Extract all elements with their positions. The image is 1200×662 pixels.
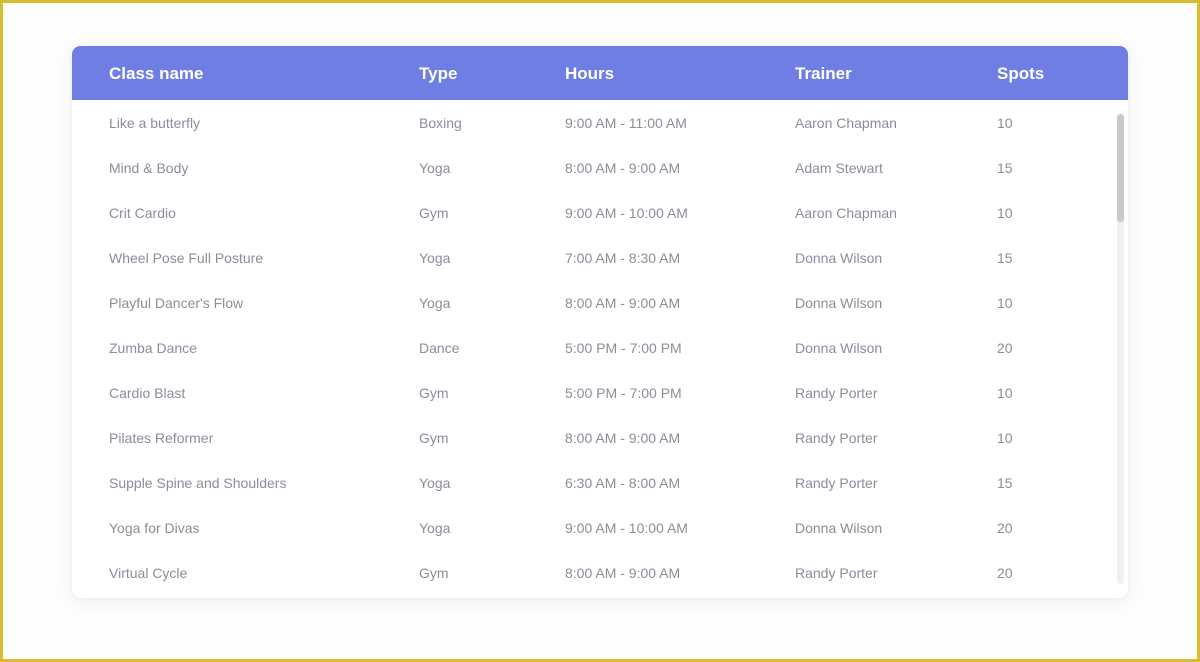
cell-type: Gym: [419, 551, 449, 596]
cell-class-name: Like a butterfly: [109, 101, 200, 146]
cell-class-name: Pilates Reformer: [109, 416, 213, 461]
cell-type: Boxing: [419, 101, 462, 146]
cell-hours: 5:00 PM - 7:00 PM: [565, 326, 682, 371]
cell-hours: 8:00 AM - 9:00 AM: [565, 416, 680, 461]
cell-hours: 9:00 AM - 11:00 AM: [565, 101, 687, 146]
cell-class-name: Virtual Cycle: [109, 551, 187, 596]
cell-trainer: Aaron Chapman: [795, 101, 897, 146]
table-header: Class name Type Hours Trainer Spots: [72, 46, 1128, 100]
cell-trainer: Donna Wilson: [795, 506, 882, 551]
cell-hours: 8:00 AM - 9:00 AM: [565, 551, 680, 596]
table-row[interactable]: Playful Dancer's Flow Yoga 8:00 AM - 9:0…: [72, 281, 1112, 326]
table-row[interactable]: Zumba Dance Dance 5:00 PM - 7:00 PM Donn…: [72, 326, 1112, 371]
cell-spots: 15: [997, 236, 1013, 281]
cell-hours: 6:30 AM - 8:00 AM: [565, 461, 680, 506]
cell-type: Dance: [419, 326, 459, 371]
cell-hours: 5:00 PM - 7:00 PM: [565, 371, 682, 416]
table-row[interactable]: Pilates Reformer Gym 8:00 AM - 9:00 AM R…: [72, 416, 1112, 461]
cell-spots: 15: [997, 461, 1013, 506]
cell-hours: 9:00 AM - 10:00 AM: [565, 191, 688, 236]
cell-type: Yoga: [419, 236, 450, 281]
cell-trainer: Randy Porter: [795, 371, 877, 416]
cell-type: Gym: [419, 371, 449, 416]
cell-class-name: Zumba Dance: [109, 326, 197, 371]
cell-type: Gym: [419, 416, 449, 461]
cell-hours: 9:00 AM - 10:00 AM: [565, 506, 688, 551]
cell-class-name: Mind & Body: [109, 146, 188, 191]
cell-spots: 20: [997, 326, 1013, 371]
cell-hours: 7:00 AM - 8:30 AM: [565, 236, 680, 281]
cell-type: Gym: [419, 191, 449, 236]
cell-type: Yoga: [419, 281, 450, 326]
table-row[interactable]: Like a butterfly Boxing 9:00 AM - 11:00 …: [72, 101, 1112, 146]
column-header-type[interactable]: Type: [419, 46, 457, 100]
cell-trainer: Randy Porter: [795, 416, 877, 461]
cell-hours: 8:00 AM - 9:00 AM: [565, 146, 680, 191]
cell-hours: 8:00 AM - 9:00 AM: [565, 281, 680, 326]
cell-spots: 10: [997, 371, 1013, 416]
cell-type: Yoga: [419, 461, 450, 506]
cell-class-name: Crit Cardio: [109, 191, 176, 236]
cell-trainer: Donna Wilson: [795, 281, 882, 326]
cell-class-name: Playful Dancer's Flow: [109, 281, 243, 326]
cell-spots: 10: [997, 281, 1013, 326]
column-header-spots[interactable]: Spots: [997, 46, 1044, 100]
cell-type: Yoga: [419, 146, 450, 191]
cell-class-name: Wheel Pose Full Posture: [109, 236, 263, 281]
column-header-class-name[interactable]: Class name: [109, 46, 204, 100]
cell-class-name: Cardio Blast: [109, 371, 185, 416]
cell-trainer: Aaron Chapman: [795, 191, 897, 236]
table-row[interactable]: Virtual Cycle Gym 8:00 AM - 9:00 AM Rand…: [72, 551, 1112, 596]
table-row[interactable]: Crit Cardio Gym 9:00 AM - 10:00 AM Aaron…: [72, 191, 1112, 236]
column-header-hours[interactable]: Hours: [565, 46, 614, 100]
table-row[interactable]: Wheel Pose Full Posture Yoga 7:00 AM - 8…: [72, 236, 1112, 281]
column-header-trainer[interactable]: Trainer: [795, 46, 852, 100]
cell-spots: 10: [997, 191, 1013, 236]
cell-trainer: Donna Wilson: [795, 326, 882, 371]
table-row[interactable]: Mind & Body Yoga 8:00 AM - 9:00 AM Adam …: [72, 146, 1112, 191]
table-body: Like a butterfly Boxing 9:00 AM - 11:00 …: [72, 100, 1128, 598]
cell-spots: 20: [997, 506, 1013, 551]
cell-spots: 10: [997, 416, 1013, 461]
table-row[interactable]: Cardio Blast Gym 5:00 PM - 7:00 PM Randy…: [72, 371, 1112, 416]
cell-trainer: Adam Stewart: [795, 146, 883, 191]
cell-class-name: Supple Spine and Shoulders: [109, 461, 286, 506]
table-row[interactable]: Supple Spine and Shoulders Yoga 6:30 AM …: [72, 461, 1112, 506]
cell-trainer: Donna Wilson: [795, 236, 882, 281]
vertical-scrollbar[interactable]: [1117, 114, 1124, 584]
cell-spots: 15: [997, 146, 1013, 191]
scrollbar-thumb[interactable]: [1117, 114, 1124, 222]
cell-trainer: Randy Porter: [795, 551, 877, 596]
class-schedule-table: Class name Type Hours Trainer Spots Like…: [72, 46, 1128, 598]
cell-spots: 10: [997, 101, 1013, 146]
cell-type: Yoga: [419, 506, 450, 551]
cell-trainer: Randy Porter: [795, 461, 877, 506]
table-row[interactable]: Yoga for Divas Yoga 9:00 AM - 10:00 AM D…: [72, 506, 1112, 551]
cell-class-name: Yoga for Divas: [109, 506, 200, 551]
cell-spots: 20: [997, 551, 1013, 596]
